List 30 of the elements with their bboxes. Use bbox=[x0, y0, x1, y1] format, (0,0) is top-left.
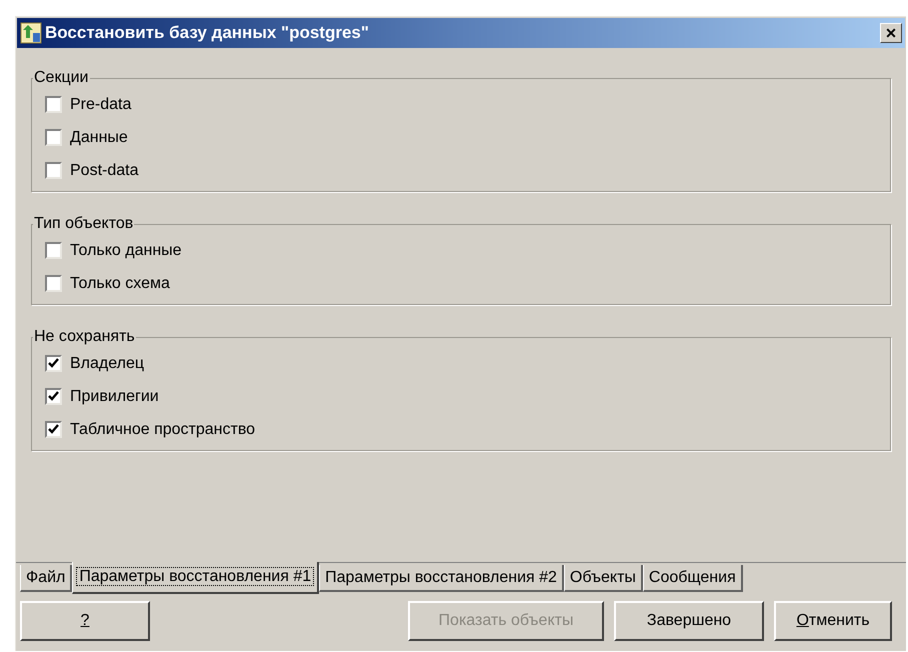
checkbox[interactable] bbox=[45, 355, 62, 372]
checkbox[interactable] bbox=[45, 421, 62, 438]
checkbox-label: Привилегии bbox=[70, 386, 159, 406]
tab[interactable]: Файл bbox=[20, 565, 72, 592]
checkbox-label: Владелец bbox=[70, 354, 144, 374]
checkbox[interactable] bbox=[45, 162, 62, 179]
database-restore-icon bbox=[20, 22, 42, 44]
dialog-button[interactable]: Завершено bbox=[614, 601, 764, 641]
checkbox-label: Pre-data bbox=[70, 94, 132, 114]
tab[interactable]: Параметры восстановления #2 bbox=[319, 565, 564, 592]
window-title: Восстановить базу данных "postgres" bbox=[45, 22, 369, 44]
group-title: Секции bbox=[33, 68, 90, 88]
checkbox[interactable] bbox=[45, 388, 62, 405]
tab[interactable]: Объекты bbox=[564, 565, 643, 592]
dialog-button[interactable]: Отменить bbox=[774, 601, 892, 641]
checkbox[interactable] bbox=[45, 275, 62, 292]
group-title: Не сохранять bbox=[33, 327, 136, 347]
tab[interactable]: Параметры восстановления #1 bbox=[72, 562, 320, 594]
checkbox[interactable] bbox=[45, 242, 62, 259]
close-button[interactable]: × bbox=[880, 23, 902, 43]
dialog-button[interactable]: ? bbox=[20, 601, 150, 641]
checkbox-label: Табличное пространство bbox=[70, 420, 256, 440]
checkbox-label: Post-data bbox=[70, 160, 138, 180]
checkbox-label: Данные bbox=[70, 128, 128, 148]
checkbox[interactable] bbox=[45, 96, 62, 113]
checkbox-label: Только схема bbox=[70, 274, 170, 294]
group-title: Тип объектов bbox=[33, 214, 134, 234]
checkbox[interactable] bbox=[45, 129, 62, 146]
tab[interactable]: Сообщения bbox=[642, 565, 743, 592]
checkbox-label: Только данные bbox=[70, 240, 182, 260]
